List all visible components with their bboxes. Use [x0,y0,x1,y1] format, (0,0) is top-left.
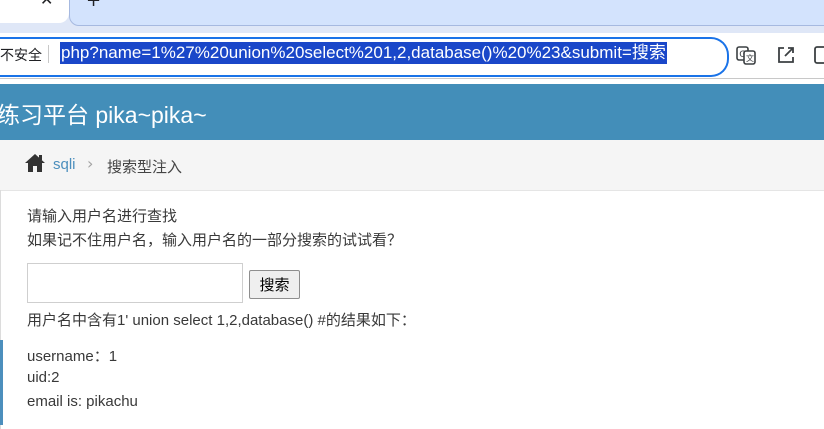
not-secure-label[interactable]: 不安全 [0,45,42,65]
search-input[interactable] [27,263,243,303]
result-email: email is: pikachu [27,393,138,410]
inactive-tab-area[interactable] [69,0,824,26]
url-divider [48,45,49,63]
breadcrumb: sqli › 搜索型注入 [0,140,824,191]
share-icon[interactable] [775,44,797,66]
breadcrumb-separator-icon: › [87,154,94,173]
url-field-selected-text[interactable]: php?name=1%27%20union%20select%201,2,dat… [60,42,667,64]
new-tab-icon[interactable]: + [86,0,101,11]
sidebar-icon[interactable] [812,44,824,66]
site-header: 练习平台 pika~pika~ [0,84,824,140]
search-prompt-line2: 如果记不住用户名，输入用户名的一部分搜索的试试看？ [27,232,403,249]
breadcrumb-link-sqli[interactable]: sqli [53,156,76,173]
browser-tab-strip: ✕ + [0,0,824,33]
result-username: username：1 [27,348,118,365]
translate-icon[interactable]: G 文 [735,44,757,66]
result-summary: 用户名中含有1' union select 1,2,database() #的结… [27,312,416,329]
search-prompt-line1: 请输入用户名进行查找 [27,208,178,225]
active-tab[interactable] [0,0,69,23]
breadcrumb-current: 搜索型注入 [107,159,183,176]
tab-close-icon[interactable]: ✕ [40,0,56,8]
site-title: 练习平台 pika~pika~ [0,102,207,128]
home-icon[interactable] [24,153,46,173]
address-bar: 不安全 php?name=1%27%20union%20select%201,2… [0,33,824,79]
result-uid: uid:2 [27,369,60,386]
search-button[interactable]: 搜索 [249,270,300,299]
svg-text:文: 文 [746,53,754,63]
result-accent-bar [0,340,3,425]
